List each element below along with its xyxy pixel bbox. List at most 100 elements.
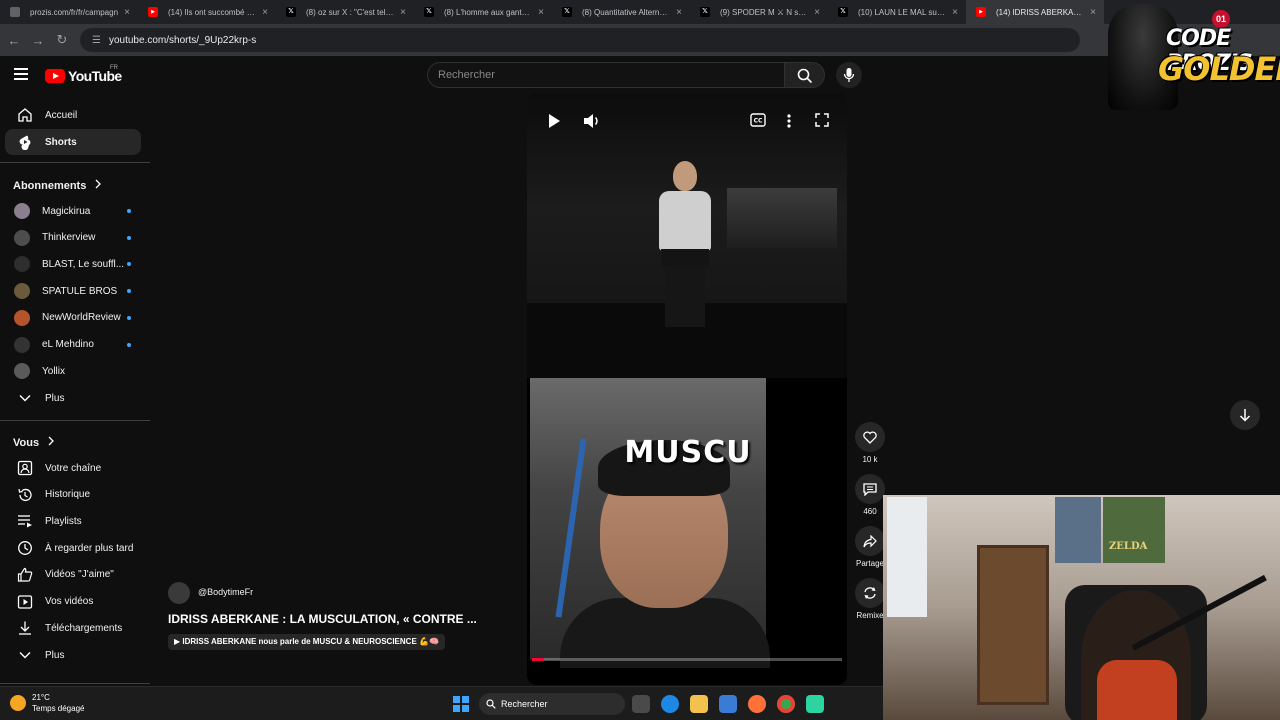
volume-icon[interactable] [583, 113, 601, 129]
share-button[interactable] [855, 526, 885, 556]
channel-name[interactable]: @BodytimeFr [198, 587, 253, 597]
subscriptions-header[interactable]: Abonnements [13, 179, 102, 192]
reload-icon[interactable]: ↻ [50, 32, 74, 48]
firefox-icon[interactable] [748, 695, 766, 713]
browser-tab[interactable]: prozis.com/fr/fr/campagn × [0, 0, 138, 24]
close-tab-icon[interactable]: × [814, 7, 820, 18]
browser-tab[interactable]: 𝕏 (9) SPODER M ⚔ N sur X × [690, 0, 828, 24]
x-favicon: 𝕏 [700, 7, 710, 17]
video-icon [5, 594, 45, 610]
remix-button[interactable] [855, 578, 885, 608]
taskbar-search[interactable]: Rechercher [479, 693, 625, 715]
temperature: 21°C [32, 693, 50, 702]
forward-icon[interactable]: → [26, 33, 50, 48]
tab-title: (8) oz sur X : "C'est tellem [306, 7, 395, 17]
weather-widget[interactable]: 21°C Temps dégagé [10, 692, 84, 714]
share-icon [863, 534, 877, 547]
youtube-logo[interactable]: YouTube FR [45, 65, 122, 84]
close-tab-icon[interactable]: × [676, 7, 682, 18]
home-icon [5, 107, 45, 123]
athlete-legs [665, 267, 705, 327]
search-button[interactable] [785, 62, 825, 88]
shorts-player[interactable]: MUSCU CC [527, 93, 847, 685]
sidebar-item-video[interactable]: Vos vidéos [5, 589, 141, 615]
short-title[interactable]: IDRISS ABERKANE : LA MUSCULATION, « CONT… [168, 612, 477, 626]
sidebar-item-subscription[interactable]: Thinkerview [5, 225, 141, 251]
sidebar-item-playlist[interactable]: Playlists [5, 508, 141, 534]
sidebar-item-more-you[interactable]: Plus [5, 642, 141, 668]
file-explorer-icon[interactable] [690, 695, 708, 713]
like-button[interactable] [855, 422, 885, 452]
browser-tab[interactable]: 𝕏 (8) Quantitative Alternativ × [552, 0, 690, 24]
edge-icon[interactable] [661, 695, 679, 713]
store-icon[interactable] [719, 695, 737, 713]
captions-icon[interactable]: CC [750, 113, 766, 127]
sidebar-item-label: Magickirua [42, 205, 91, 217]
address-bar[interactable]: ☰ youtube.com/shorts/_9Up22krp-s [80, 28, 1080, 52]
app-icon[interactable] [806, 695, 824, 713]
microphone-icon [843, 68, 855, 82]
sidebar-item-shorts[interactable]: Shorts [5, 129, 141, 155]
search-input[interactable]: Rechercher [427, 62, 785, 88]
browser-tab[interactable]: 𝕏 (8) oz sur X : "C'est tellem × [276, 0, 414, 24]
close-tab-icon[interactable]: × [1090, 7, 1096, 18]
comment-count: 460 [863, 507, 877, 516]
you-header[interactable]: Vous [13, 436, 55, 449]
site-info-icon[interactable]: ☰ [92, 35, 101, 46]
channel-avatar [14, 309, 30, 326]
youtube-favicon: ▶ [976, 7, 986, 17]
sidebar-item-subscription[interactable]: BLAST, Le souffl... [5, 251, 141, 277]
close-tab-icon[interactable]: × [124, 7, 130, 18]
video-progress-bar[interactable] [532, 658, 842, 661]
chrome-icon[interactable] [777, 695, 795, 713]
sidebar-item-clock[interactable]: À regarder plus tard [5, 535, 141, 561]
sidebar-item-label: Plus [45, 649, 65, 661]
sidebar-item-subscription[interactable]: SPATULE BROS [5, 278, 141, 304]
sidebar-item-label: Playlists [45, 515, 82, 527]
sidebar-item-subscription[interactable]: eL Mehdino [5, 332, 141, 358]
playlist-icon [5, 513, 45, 529]
play-icon[interactable] [546, 113, 562, 129]
channel-avatar [14, 283, 30, 300]
sidebar-item-home[interactable]: Accueil [5, 102, 141, 128]
related-video-chip[interactable]: ▶ IDRISS ABERKANE nous parle de MUSCU & … [168, 634, 445, 650]
youtube-header: YouTube FR Rechercher [0, 56, 1280, 96]
tab-title: (8) L'homme aux gants ro [444, 7, 533, 17]
sidebar-item-subscription[interactable]: Yollix [5, 358, 141, 384]
athlete-shirt [659, 191, 711, 251]
close-tab-icon[interactable]: × [952, 7, 958, 18]
sidebar-item-subscription[interactable]: Magickirua [5, 198, 141, 224]
comment-button[interactable] [855, 474, 885, 504]
browser-tab[interactable]: 𝕏 (10) LAUN LE MAL sur X : × [828, 0, 966, 24]
sidebar-item-history[interactable]: Historique [5, 482, 141, 508]
voice-search-button[interactable] [836, 62, 862, 88]
svg-text:CC: CC [754, 118, 763, 125]
next-short-button[interactable] [1230, 400, 1260, 430]
x-favicon: 𝕏 [424, 7, 434, 17]
x-favicon: 𝕏 [562, 7, 572, 17]
channel-avatar[interactable] [168, 582, 190, 604]
sidebar-item-channel[interactable]: Votre chaîne [5, 455, 141, 481]
fullscreen-icon[interactable] [815, 113, 829, 127]
more-options-icon[interactable] [786, 113, 792, 129]
browser-tab[interactable]: ▶ (14) IDRISS ABERKANE : L × [966, 0, 1104, 24]
live-indicator [127, 262, 131, 267]
close-tab-icon[interactable]: × [538, 7, 544, 18]
sidebar-item-thumb-up[interactable]: Vidéos "J'aime" [5, 562, 141, 588]
sidebar-item-subscription[interactable]: NewWorldReview [5, 305, 141, 331]
back-icon[interactable]: ← [2, 33, 26, 48]
close-tab-icon[interactable]: × [262, 7, 268, 18]
close-tab-icon[interactable]: × [400, 7, 406, 18]
sidebar-item-download[interactable]: Téléchargements [5, 615, 141, 641]
browser-tab[interactable]: 𝕏 (8) L'homme aux gants ro × [414, 0, 552, 24]
region-code: FR [110, 65, 118, 71]
background-pole [555, 438, 587, 618]
browser-tab[interactable]: ▶ (14) Ils ont succombé au r × [138, 0, 276, 24]
menu-icon[interactable] [14, 68, 28, 80]
task-view-icon[interactable] [632, 695, 650, 713]
video-caption: MUSCU [624, 435, 752, 470]
zelda-poster: ZELDA [1103, 497, 1165, 563]
sidebar-item-more-subscriptions[interactable]: Plus [5, 385, 141, 411]
sidebar-divider [0, 683, 150, 684]
windows-start-icon[interactable] [453, 696, 469, 712]
